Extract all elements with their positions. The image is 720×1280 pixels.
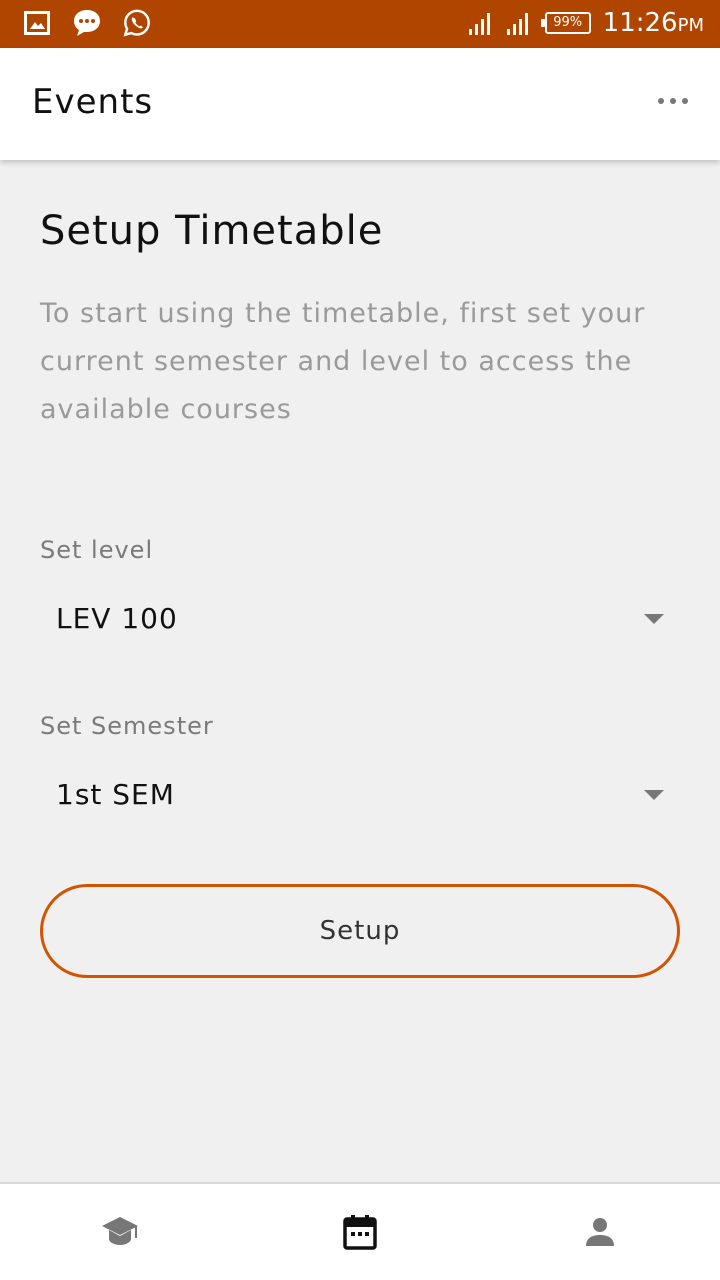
more-horizontal-icon[interactable]	[658, 98, 688, 104]
notification-icons	[22, 8, 152, 38]
clock-suffix: PM	[677, 15, 704, 36]
section-heading: Setup Timetable	[40, 208, 384, 254]
gallery-icon	[22, 8, 52, 38]
overflow-dot	[670, 98, 676, 104]
level-dropdown[interactable]: LEV 100	[40, 584, 680, 654]
whatsapp-icon	[122, 8, 152, 38]
graduation-cap-icon[interactable]	[100, 1212, 140, 1252]
signal-icon	[468, 11, 495, 35]
setup-button[interactable]: Setup	[40, 884, 680, 978]
status-bar: 99% 11:26PM	[0, 0, 720, 48]
overflow-dot	[682, 98, 688, 104]
semester-label: Set Semester	[40, 712, 214, 740]
page-title: Events	[32, 82, 154, 122]
level-label: Set level	[40, 536, 154, 564]
semester-dropdown[interactable]: 1st SEM	[40, 760, 680, 830]
clock: 11:26PM	[603, 8, 704, 38]
overflow-dot	[658, 98, 664, 104]
level-value: LEV 100	[56, 602, 178, 635]
person-icon[interactable]	[580, 1212, 620, 1252]
bottom-navigation	[0, 1182, 720, 1280]
app-bar: Events	[0, 48, 720, 160]
semester-value: 1st SEM	[56, 778, 175, 811]
signal-icon	[506, 11, 533, 35]
dropdown-arrow-icon	[644, 614, 664, 624]
battery-indicator: 99%	[540, 12, 591, 34]
message-icon	[72, 8, 102, 38]
calendar-icon[interactable]	[340, 1212, 380, 1252]
main-content: Setup Timetable To start using the timet…	[0, 160, 720, 1182]
section-description: To start using the timetable, first set …	[40, 298, 646, 425]
clock-time: 11:26	[602, 8, 678, 38]
dropdown-arrow-icon	[644, 790, 664, 800]
system-status: 99% 11:26PM	[468, 8, 704, 38]
